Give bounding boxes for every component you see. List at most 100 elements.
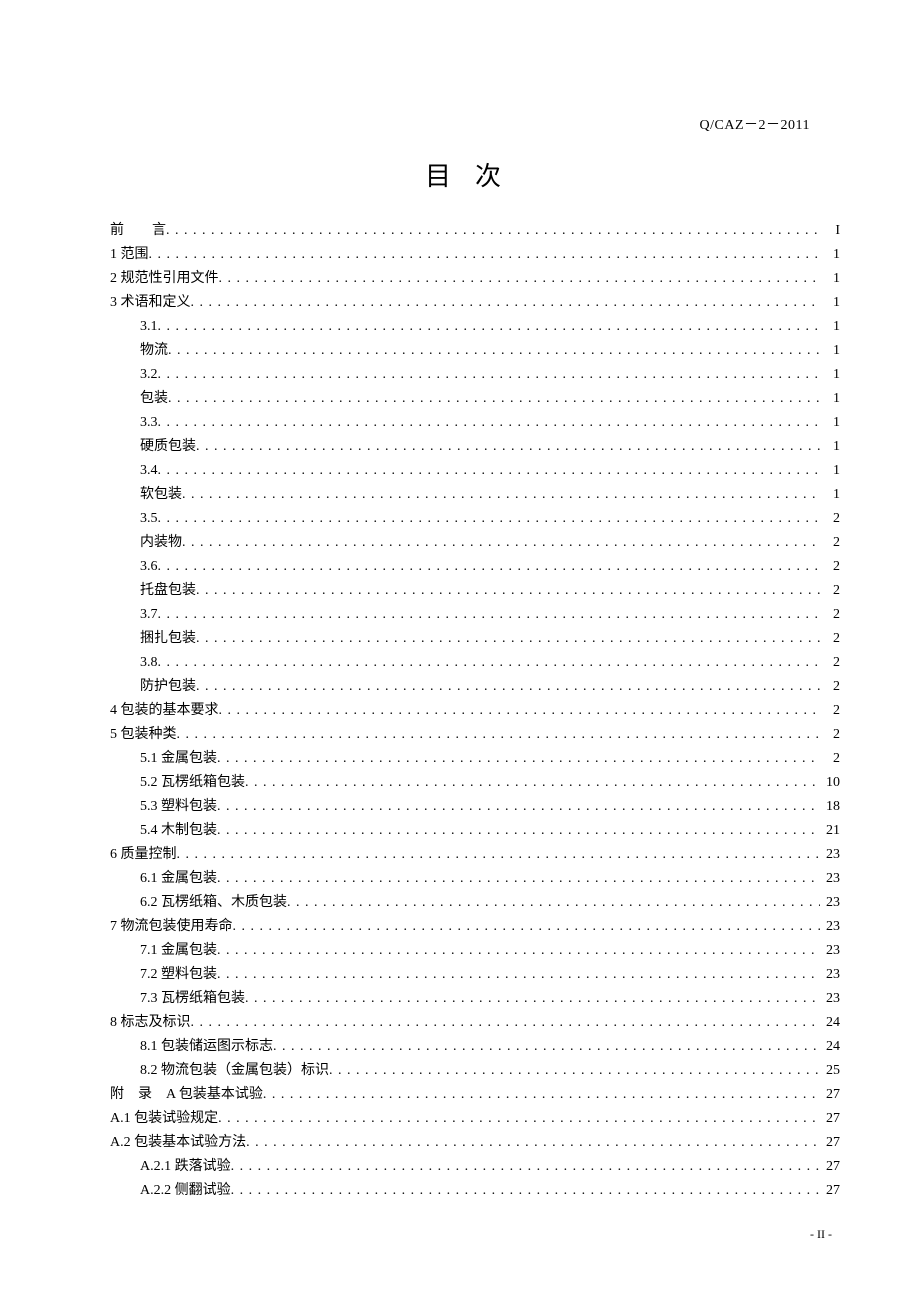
toc-entry-page: 1 <box>820 387 840 411</box>
toc-leader-dots <box>177 843 821 867</box>
toc-leader-dots <box>158 507 821 531</box>
toc-leader-dots <box>217 963 820 987</box>
toc-entry-page: 23 <box>820 867 840 891</box>
toc-leader-dots <box>245 987 820 1011</box>
toc-entry: 捆扎包装2 <box>110 627 840 651</box>
toc-entry-page: 24 <box>820 1035 840 1059</box>
toc-entry-page: 23 <box>820 987 840 1011</box>
toc-entry-label: 8.1 包装储运图示标志 <box>140 1035 273 1059</box>
toc-entry-page: 2 <box>820 651 840 675</box>
toc-entry-label: 6.2 瓦楞纸箱、木质包装 <box>140 891 287 915</box>
toc-entry: A.2 包装基本试验方法27 <box>110 1131 840 1155</box>
toc-entry-label: 3.8 <box>140 651 158 675</box>
toc-entry: 3.6 2 <box>110 555 840 579</box>
toc-entry: 3.2 1 <box>110 363 840 387</box>
toc-entry-label: 7.1 金属包装 <box>140 939 217 963</box>
toc-entry: 3.8 2 <box>110 651 840 675</box>
toc-entry-label: 2 规范性引用文件 <box>110 267 219 291</box>
toc-leader-dots <box>158 315 821 339</box>
toc-entry-page: 21 <box>820 819 840 843</box>
toc-entry: 包装1 <box>110 387 840 411</box>
toc-leader-dots <box>217 939 820 963</box>
toc-entry-label: 捆扎包装 <box>140 627 196 651</box>
toc-entry-page: 1 <box>820 243 840 267</box>
toc-entry: 5.3 塑料包装 18 <box>110 795 840 819</box>
toc-entry-label: 防护包装 <box>140 675 196 699</box>
toc-entry-page: 27 <box>820 1155 840 1179</box>
toc-entry-label: 6.1 金属包装 <box>140 867 217 891</box>
toc-leader-dots <box>219 699 821 723</box>
toc-entry: 防护包装 2 <box>110 675 840 699</box>
toc-entry-label: 4 包装的基本要求 <box>110 699 219 723</box>
toc-entry-label: 3.5 <box>140 507 158 531</box>
toc-entry-page: 2 <box>820 507 840 531</box>
toc-entry: 7.2 塑料包装 23 <box>110 963 840 987</box>
toc-entry-label: 3.6 <box>140 555 158 579</box>
toc-entry-label: 前 言 <box>110 219 166 243</box>
toc-entry-label: 5.2 瓦楞纸箱包装 <box>140 771 245 795</box>
toc-leader-dots <box>182 531 820 555</box>
toc-entry-page: 23 <box>820 843 840 867</box>
toc-entry: 1 范围1 <box>110 243 840 267</box>
toc-entry: 8.2 物流包装（金属包装）标识 25 <box>110 1059 840 1083</box>
toc-entry-page: 2 <box>820 579 840 603</box>
toc-leader-dots <box>168 339 820 363</box>
toc-entry: 硬质包装1 <box>110 435 840 459</box>
toc-entry: 3.1 1 <box>110 315 840 339</box>
toc-entry-page: 2 <box>820 675 840 699</box>
toc-entry-page: 27 <box>820 1179 840 1203</box>
toc-entry-page: 25 <box>820 1059 840 1083</box>
toc-entry-page: I <box>820 219 840 243</box>
toc-entry-label: 7.3 瓦楞纸箱包装 <box>140 987 245 1011</box>
toc-entry: 5.4 木制包装 21 <box>110 819 840 843</box>
toc-entry-page: 23 <box>820 939 840 963</box>
toc-leader-dots <box>196 435 820 459</box>
toc-entry-label: 物流 <box>140 339 168 363</box>
toc-entry: 内装物2 <box>110 531 840 555</box>
toc-entry-label: 软包装 <box>140 483 182 507</box>
toc-entry: A.1 包装试验规定27 <box>110 1107 840 1131</box>
toc-entry: 5.1 金属包装 2 <box>110 747 840 771</box>
toc-entry-label: 5 包装种类 <box>110 723 177 747</box>
toc-entry-label: 3.3 <box>140 411 158 435</box>
toc-entry-label: 7 物流包装使用寿命 <box>110 915 233 939</box>
toc-entry-page: 2 <box>820 603 840 627</box>
toc-entry-label: 附 录 A 包装基本试验 <box>110 1083 263 1107</box>
toc-leader-dots <box>273 1035 820 1059</box>
toc-entry-page: 1 <box>820 291 840 315</box>
toc-leader-dots <box>246 1131 820 1155</box>
toc-entry: 8 标志及标识24 <box>110 1011 840 1035</box>
toc-entry-page: 1 <box>820 459 840 483</box>
toc-entry-page: 1 <box>820 363 840 387</box>
toc-entry: 7 物流包装使用寿命23 <box>110 915 840 939</box>
toc-entry-label: 3 术语和定义 <box>110 291 191 315</box>
toc-entry: 3.5 2 <box>110 507 840 531</box>
toc-leader-dots <box>158 363 821 387</box>
toc-entry: 6.1 金属包装 23 <box>110 867 840 891</box>
document-code: Q/CAZ－2－2011 <box>700 114 810 134</box>
toc-entry-page: 18 <box>820 795 840 819</box>
toc-leader-dots <box>196 675 820 699</box>
toc-entry: 5 包装种类 2 <box>110 723 840 747</box>
toc-leader-dots <box>149 243 821 267</box>
toc-entry-label: 5.1 金属包装 <box>140 747 217 771</box>
toc-entry-page: 2 <box>820 747 840 771</box>
toc-leader-dots <box>329 1059 820 1083</box>
toc-leader-dots <box>219 267 821 291</box>
toc-entry-label: A.2.2 侧翻试验 <box>140 1179 231 1203</box>
toc-entry-label: A.2 包装基本试验方法 <box>110 1131 246 1155</box>
toc-entry-page: 2 <box>820 723 840 747</box>
toc-leader-dots <box>231 1179 820 1203</box>
toc-leader-dots <box>217 867 820 891</box>
toc-leader-dots <box>196 579 820 603</box>
toc-entry-label: 硬质包装 <box>140 435 196 459</box>
toc-leader-dots <box>217 819 820 843</box>
toc-entry: 3 术语和定义 1 <box>110 291 840 315</box>
toc-entry-page: 24 <box>820 1011 840 1035</box>
toc-entry-page: 23 <box>820 891 840 915</box>
toc-entry-page: 27 <box>820 1107 840 1131</box>
toc-leader-dots <box>217 747 820 771</box>
toc-leader-dots <box>231 1155 820 1179</box>
toc-entry-page: 2 <box>820 531 840 555</box>
toc-leader-dots <box>217 795 820 819</box>
